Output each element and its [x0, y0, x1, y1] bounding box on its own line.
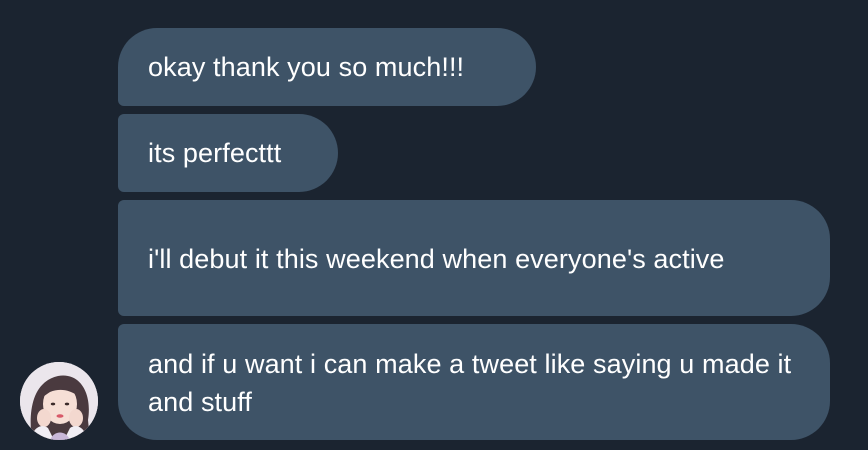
message-bubble[interactable]: and if u want i can make a tweet like sa… — [118, 324, 830, 440]
sender-avatar[interactable] — [20, 362, 98, 440]
message-text: okay thank you so much!!! — [148, 52, 465, 82]
message-bubble[interactable]: its perfecttt — [118, 114, 338, 192]
message-bubble[interactable]: okay thank you so much!!! — [118, 28, 536, 106]
message-thread: okay thank you so much!!! its perfecttt … — [0, 0, 868, 450]
message-text: i'll debut it this weekend when everyone… — [148, 244, 725, 274]
avatar-photo-icon — [20, 362, 98, 440]
message-bubble[interactable]: i'll debut it this weekend when everyone… — [118, 200, 830, 316]
message-text: its perfecttt — [148, 138, 282, 168]
message-text: and if u want i can make a tweet like sa… — [148, 349, 792, 417]
